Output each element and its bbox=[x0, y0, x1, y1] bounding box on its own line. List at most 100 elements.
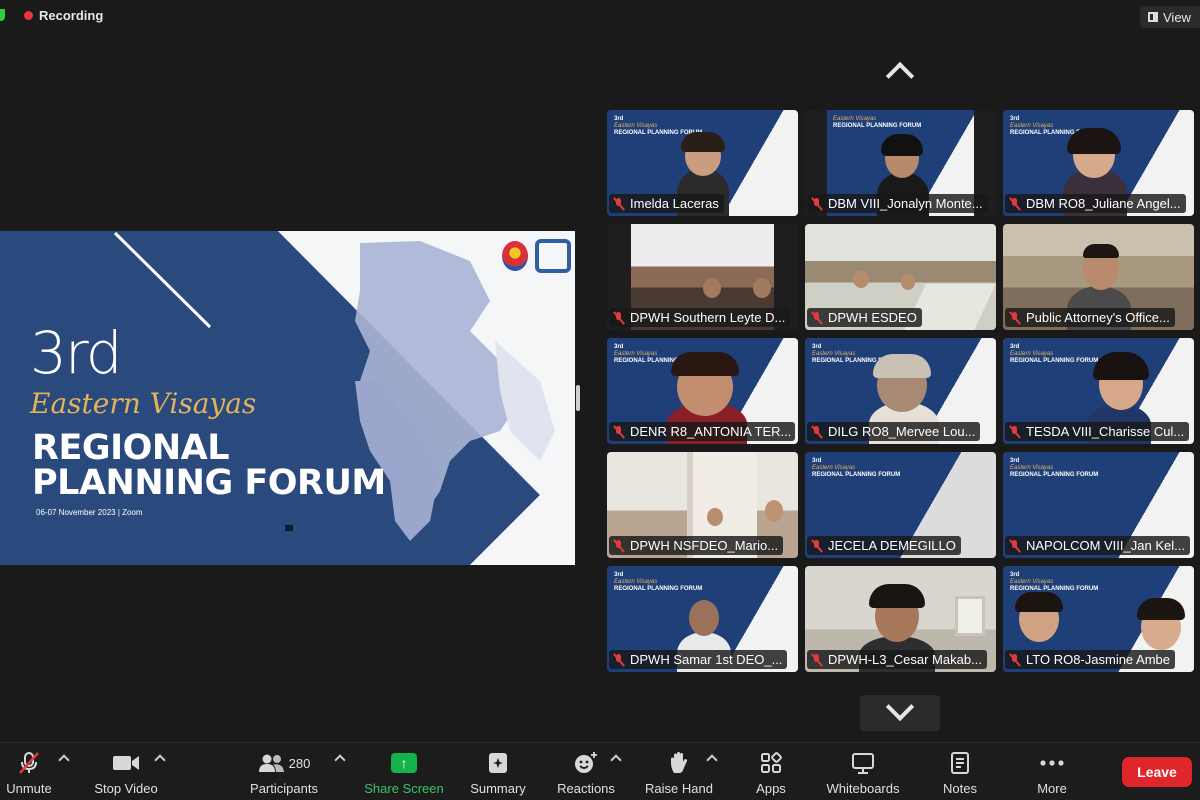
participant-label: LTO RO8-Jasmine Ambe bbox=[1005, 650, 1176, 669]
participant-tile[interactable]: 3rd Eastern Visayas REGIONAL PLANNING FORU… bbox=[805, 452, 996, 558]
splitter-handle[interactable] bbox=[576, 385, 580, 411]
participants-icon: 280 bbox=[258, 751, 311, 775]
mic-muted-icon bbox=[810, 311, 824, 325]
notes-label: Notes bbox=[943, 781, 977, 796]
video-camera-icon bbox=[112, 751, 140, 775]
participant-label: DILG RO8_Mervee Lou... bbox=[807, 422, 981, 441]
participants-button[interactable]: 280 Participants bbox=[244, 743, 324, 800]
participant-tile[interactable]: DPWH NSFDEO_Mario... bbox=[607, 452, 798, 558]
view-layout-icon bbox=[1148, 12, 1158, 22]
whiteboards-button[interactable]: Whiteboards bbox=[820, 743, 906, 800]
chevron-up-icon bbox=[885, 61, 915, 91]
mic-muted-icon bbox=[612, 311, 626, 325]
stop-video-label: Stop Video bbox=[94, 781, 158, 796]
ph-seal-icon bbox=[502, 241, 528, 271]
mic-muted-icon bbox=[810, 425, 824, 439]
participant-name: DBM RO8_Juliane Angel... bbox=[1026, 196, 1181, 211]
leave-button[interactable]: Leave bbox=[1122, 757, 1192, 787]
mic-muted-icon bbox=[810, 197, 824, 211]
notes-icon bbox=[950, 751, 970, 775]
raise-hand-button[interactable]: Raise Hand bbox=[642, 743, 716, 800]
participants-options-caret-icon[interactable] bbox=[334, 754, 346, 766]
view-button[interactable]: View bbox=[1140, 6, 1200, 28]
apps-button[interactable]: Apps bbox=[750, 743, 792, 800]
participant-tile[interactable]: DPWH Southern Leyte D... bbox=[607, 224, 798, 330]
slide-date: 06-07 November 2023 | Zoom bbox=[36, 508, 143, 517]
participant-label: Public Attorney's Office... bbox=[1005, 308, 1175, 327]
summary-button[interactable]: Summary bbox=[468, 743, 528, 800]
mic-muted-icon bbox=[612, 539, 626, 553]
participant-tile[interactable]: 3rd Eastern Visayas REGIONAL PLANNING FORU… bbox=[805, 338, 996, 444]
mic-muted-icon bbox=[1008, 425, 1022, 439]
participant-tile[interactable]: Public Attorney's Office... bbox=[1003, 224, 1194, 330]
participant-tile[interactable]: DPWH-L3_Cesar Makab... bbox=[805, 566, 996, 672]
participant-label: DPWH NSFDEO_Mario... bbox=[609, 536, 784, 555]
participant-name: JECELA DEMEGILLO bbox=[828, 538, 956, 553]
participant-tile[interactable]: 3rd Eastern Visayas REGIONAL PLANNING FORU… bbox=[1003, 110, 1194, 216]
participant-tile[interactable]: 3rd Eastern Visayas REGIONAL PLANNING FORU… bbox=[1003, 338, 1194, 444]
mic-muted-icon bbox=[1008, 311, 1022, 325]
participant-tile[interactable]: 3rd Eastern Visayas REGIONAL PLANNING FORU… bbox=[607, 110, 798, 216]
unmute-button[interactable]: Unmute bbox=[4, 743, 54, 800]
emoji-plus-icon bbox=[573, 751, 599, 775]
summary-sparkle-icon bbox=[487, 751, 509, 775]
gallery-grid: 3rd Eastern Visayas REGIONAL PLANNING FORU… bbox=[607, 110, 1194, 672]
participant-name: DPWH Samar 1st DEO_... bbox=[630, 652, 783, 667]
gallery-next-button[interactable] bbox=[860, 692, 940, 731]
recording-dot-icon bbox=[24, 11, 33, 20]
audio-options-caret-icon[interactable] bbox=[58, 754, 70, 766]
participant-tile[interactable]: 3rd Eastern Visayas REGIONAL PLANNING FORU… bbox=[1003, 566, 1194, 672]
participant-name: Imelda Laceras bbox=[630, 196, 719, 211]
share-screen-arrow-icon: ↑ bbox=[391, 753, 417, 773]
mic-muted-icon bbox=[1008, 653, 1022, 667]
stop-video-button[interactable]: Stop Video bbox=[88, 743, 164, 800]
share-screen-label: Share Screen bbox=[364, 781, 444, 796]
participant-label: DPWH Samar 1st DEO_... bbox=[609, 650, 788, 669]
notes-button[interactable]: Notes bbox=[936, 743, 984, 800]
participant-tile[interactable]: 3rd Eastern Visayas REGIONAL PLANNING FORU… bbox=[1003, 452, 1194, 558]
apps-label: Apps bbox=[756, 781, 786, 796]
recording-indicator[interactable]: Recording bbox=[24, 8, 103, 23]
participant-label: Imelda Laceras bbox=[609, 194, 724, 213]
mic-muted-icon bbox=[810, 653, 824, 667]
slide-title-main: REGIONAL PLANNING FORUM bbox=[32, 431, 386, 501]
tile-slide-art: 3rd Eastern Visayas REGIONAL PLANNING FORU… bbox=[1010, 458, 1099, 478]
chevron-down-icon bbox=[885, 692, 915, 722]
participant-count: 280 bbox=[288, 755, 311, 771]
gallery-prev-button[interactable] bbox=[860, 52, 940, 91]
slide-title-line1: REGIONAL bbox=[32, 428, 230, 468]
more-dots-icon bbox=[1039, 751, 1065, 775]
participant-tile[interactable]: 3rd Eastern Visayas REGIONAL PLANNING FORU… bbox=[607, 338, 798, 444]
security-shield-icon[interactable] bbox=[0, 9, 5, 21]
more-button[interactable]: More bbox=[1030, 743, 1074, 800]
shared-screen: 3rd Eastern Visayas REGIONAL PLANNING FO… bbox=[0, 231, 575, 565]
share-screen-button[interactable]: ↑ Share Screen bbox=[362, 743, 446, 800]
participant-name: NAPOLCOM VIII_Jan Kel... bbox=[1026, 538, 1185, 553]
participant-name: DILG RO8_Mervee Lou... bbox=[828, 424, 976, 439]
slide-title-number: 3rd bbox=[30, 319, 123, 387]
participant-label: DBM VIII_Jonalyn Monte... bbox=[807, 194, 988, 213]
tile-slide-art: 3rd Eastern Visayas REGIONAL PLANNING FORU… bbox=[1010, 572, 1099, 592]
mic-muted-icon bbox=[18, 751, 40, 775]
participant-tile[interactable]: DPWH ESDEO bbox=[805, 224, 996, 330]
participants-label: Participants bbox=[250, 781, 318, 796]
participant-tile[interactable]: 3rd Eastern Visayas REGIONAL PLANNING FORU… bbox=[607, 566, 798, 672]
reactions-button[interactable]: Reactions bbox=[554, 743, 618, 800]
participant-name: Public Attorney's Office... bbox=[1026, 310, 1170, 325]
mic-muted-icon bbox=[612, 425, 626, 439]
tile-slide-art: 3rd Eastern Visayas REGIONAL PLANNING FORU… bbox=[812, 458, 901, 478]
raise-hand-label: Raise Hand bbox=[645, 781, 713, 796]
unmute-label: Unmute bbox=[6, 781, 52, 796]
participant-name: DBM VIII_Jonalyn Monte... bbox=[828, 196, 983, 211]
participant-name: DENR R8_ANTONIA TER... bbox=[630, 424, 790, 439]
reactions-label: Reactions bbox=[557, 781, 615, 796]
mic-muted-icon bbox=[612, 653, 626, 667]
participant-label: JECELA DEMEGILLO bbox=[807, 536, 961, 555]
tile-slide-art: Eastern Visayas REGIONAL PLANNING FORUM bbox=[833, 116, 922, 129]
recording-label: Recording bbox=[39, 8, 104, 23]
participant-label: DPWH ESDEO bbox=[807, 308, 922, 327]
top-bar: Recording View bbox=[0, 0, 1200, 34]
apps-grid-icon bbox=[760, 751, 782, 775]
participant-tile[interactable]: Eastern Visayas REGIONAL PLANNING FORUM D… bbox=[805, 110, 996, 216]
participant-name: DPWH Southern Leyte D... bbox=[630, 310, 786, 325]
